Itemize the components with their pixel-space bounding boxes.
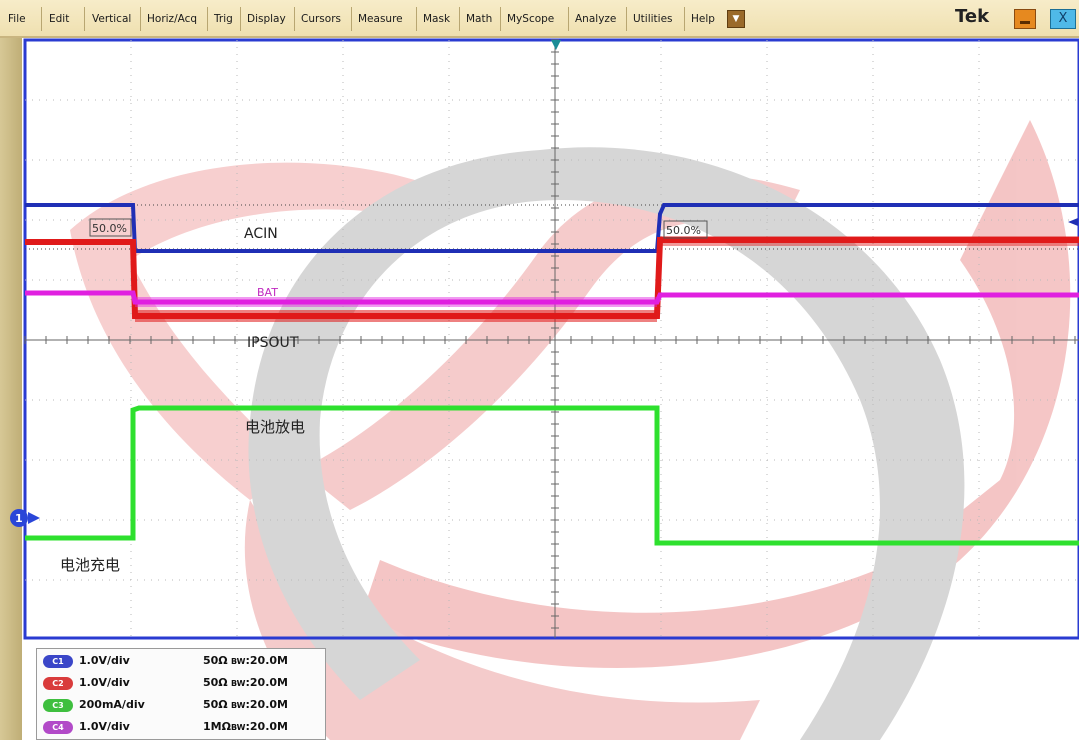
discharge-label: 电池放电 bbox=[245, 418, 305, 436]
percent-label-right: 50.0% bbox=[666, 224, 701, 237]
ipsout-label: IPSOUT bbox=[247, 335, 299, 351]
bat-label: BAT bbox=[257, 286, 278, 299]
trace-c4-noise bbox=[135, 297, 657, 307]
percent-label-left: 50.0% bbox=[92, 222, 127, 235]
channel-impedance: 1MΩ bbox=[203, 720, 231, 733]
acin-label: ACIN bbox=[244, 226, 278, 242]
channel-readout-panel: C1 1.0V/div 50Ω BW:20.0M C2 1.0V/div 50Ω… bbox=[36, 648, 326, 740]
svg-text:1: 1 bbox=[15, 512, 23, 525]
channel-impedance: 50Ω bbox=[203, 698, 228, 711]
channel-badge: C3 bbox=[43, 699, 73, 712]
channel-bandwidth: BW:20.0M bbox=[231, 654, 288, 667]
channel-badge: C2 bbox=[43, 677, 73, 690]
channel-bandwidth: BW:20.0M bbox=[231, 698, 288, 711]
channel-scale: 1.0V/div bbox=[79, 654, 130, 667]
channel-bandwidth: BW:20.0M bbox=[231, 720, 288, 733]
channel-row-c1[interactable]: C1 1.0V/div 50Ω BW:20.0M bbox=[43, 652, 323, 672]
waveform-display: 50.0% 50.0% ACIN BAT IPSOUT 电池放电 电池充电 1 bbox=[10, 38, 1079, 740]
trigger-position-icon[interactable] bbox=[551, 40, 561, 50]
channel-row-c2[interactable]: C2 1.0V/div 50Ω BW:20.0M bbox=[43, 674, 323, 694]
channel-row-c3[interactable]: C3 200mA/div 50Ω BW:20.0M bbox=[43, 696, 323, 716]
watermark-logo bbox=[70, 120, 1071, 740]
trace-c2-noise bbox=[135, 310, 657, 322]
trace-c2-noise bbox=[660, 236, 1079, 246]
channel-1-marker[interactable]: 1 bbox=[10, 509, 40, 527]
channel-badge: C1 bbox=[43, 655, 73, 668]
channel-badge: C4 bbox=[43, 721, 73, 734]
channel-scale: 200mA/div bbox=[79, 698, 145, 711]
channel-bandwidth: BW:20.0M bbox=[231, 676, 288, 689]
channel-scale: 1.0V/div bbox=[79, 676, 130, 689]
channel-row-c4[interactable]: C4 1.0V/div 1MΩ BW:20.0M bbox=[43, 718, 323, 738]
trigger-level-arrow-icon[interactable] bbox=[1068, 218, 1078, 226]
channel-impedance: 50Ω bbox=[203, 676, 228, 689]
channel-impedance: 50Ω bbox=[203, 654, 228, 667]
charge-label: 电池充电 bbox=[60, 556, 120, 574]
channel-scale: 1.0V/div bbox=[79, 720, 130, 733]
